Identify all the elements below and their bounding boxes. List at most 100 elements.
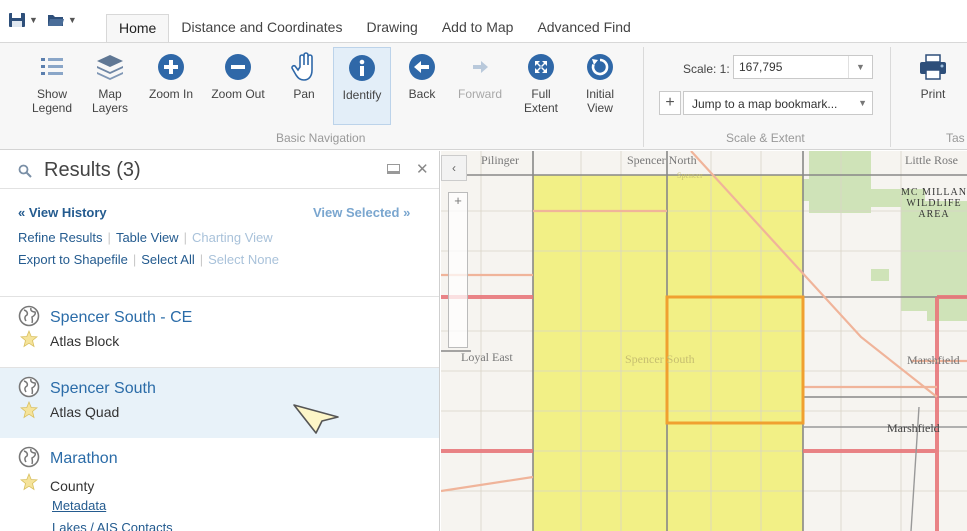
- pan-hand-icon: [291, 52, 313, 81]
- scale-combobox[interactable]: ▼: [733, 55, 873, 79]
- map-label-little-rose: Little Rose: [905, 153, 958, 167]
- identify-button[interactable]: Identify: [333, 47, 391, 125]
- export-shapefile-link[interactable]: Export to Shapefile: [18, 252, 128, 267]
- result-type: County: [50, 478, 95, 494]
- metadata-link[interactable]: Metadata: [52, 498, 106, 513]
- full-extent-label: Full: [531, 87, 551, 101]
- ribbon-tabs: Home Distance and Coordinates Drawing Ad…: [106, 14, 643, 42]
- basic-navigation-group-label: Basic Navigation: [276, 131, 366, 145]
- result-name[interactable]: Spencer South - CE: [50, 309, 192, 327]
- results-panel: Results (3) ✕ « View History View Select…: [0, 151, 440, 531]
- result-type: Atlas Quad: [50, 404, 120, 420]
- scale-label: Scale: 1:: [683, 62, 730, 76]
- tab-home[interactable]: Home: [106, 14, 170, 42]
- ribbon-divider: [643, 47, 644, 147]
- results-header: Results (3) ✕: [0, 151, 439, 189]
- select-none-link[interactable]: Select None: [208, 252, 279, 267]
- tasks-group-label: Tas: [946, 131, 965, 145]
- collapse-panel-button[interactable]: ‹: [441, 155, 467, 181]
- map-label-spencer-north: Spencer North: [627, 153, 697, 167]
- quick-access-toolbar: ▼ ▼: [8, 12, 83, 28]
- refine-results-link[interactable]: Refine Results: [18, 230, 103, 245]
- zoom-in-label: Zoom In: [148, 87, 193, 101]
- bookmark-dropdown[interactable]: Jump to a map bookmark... ▼: [683, 91, 873, 115]
- star-icon[interactable]: [20, 401, 38, 419]
- charting-view-link[interactable]: Charting View: [192, 230, 273, 245]
- select-all-link[interactable]: Select All: [141, 252, 194, 267]
- result-item[interactable]: Spencer South Atlas Quad: [0, 368, 439, 438]
- map-layers-label-2: Layers: [91, 101, 129, 115]
- back-button[interactable]: Back: [400, 47, 444, 125]
- map-label-wildlife-area: MC MILLAN WILDLIFE AREA: [901, 187, 967, 220]
- close-icon[interactable]: ✕: [416, 160, 429, 178]
- pan-label: Pan: [293, 87, 315, 101]
- view-history-label: View History: [28, 205, 107, 220]
- scale-input[interactable]: [734, 56, 846, 78]
- view-selected-link[interactable]: View Selected »: [313, 205, 410, 220]
- add-bookmark-button[interactable]: +: [659, 91, 681, 115]
- map-canvas[interactable]: [441, 151, 967, 531]
- zoom-in-button[interactable]: Zoom In: [144, 47, 198, 125]
- save-icon[interactable]: [8, 12, 26, 28]
- back-arrow-icon: [409, 54, 435, 80]
- save-dropdown-icon[interactable]: ▼: [29, 15, 38, 25]
- scale-dropdown-icon[interactable]: ▼: [848, 56, 872, 78]
- zoom-out-icon: [225, 54, 251, 80]
- map-label-pilinger: Pilinger: [481, 153, 519, 167]
- star-icon[interactable]: [20, 330, 38, 348]
- highways: [803, 406, 967, 531]
- result-item[interactable]: Marathon County Metadata Lakes / AIS Con…: [0, 438, 439, 531]
- map-label-marshfield-quad: Marshfield: [907, 353, 960, 367]
- show-legend-label-2: Legend: [31, 101, 73, 115]
- print-label: Print: [920, 87, 946, 101]
- view-history-link[interactable]: « View History: [18, 205, 107, 220]
- forward-arrow-icon: [467, 54, 493, 80]
- lakes-ais-contacts-link[interactable]: Lakes / AIS Contacts: [52, 520, 173, 531]
- map-label-loyal-east: Loyal East: [461, 350, 513, 364]
- ribbon-home: Show Legend Map Layers Zoom In Zoom Out …: [0, 42, 967, 150]
- result-name[interactable]: Marathon: [50, 450, 118, 468]
- zoom-plus-icon[interactable]: +: [454, 193, 462, 208]
- tab-add-to-map[interactable]: Add to Map: [430, 14, 526, 42]
- zoom-out-label: Zoom Out: [211, 87, 265, 101]
- results-title: Results (3): [44, 159, 141, 181]
- history-row: « View History View Selected »: [0, 189, 439, 223]
- tab-drawing[interactable]: Drawing: [354, 14, 429, 42]
- link-separator: |: [183, 230, 187, 245]
- zoom-slider[interactable]: +: [448, 192, 468, 348]
- forward-button[interactable]: Forward: [452, 47, 508, 125]
- layers-icon: [97, 55, 123, 80]
- initial-view-label-2: View: [587, 101, 613, 115]
- star-icon[interactable]: [20, 473, 38, 491]
- minimize-icon[interactable]: [387, 164, 400, 174]
- map-view[interactable]: Pilinger Spencer North Spencer Little Ro…: [441, 151, 967, 531]
- scale-extent-group-label: Scale & Extent: [726, 131, 805, 145]
- tab-distance-and-coordinates[interactable]: Distance and Coordinates: [169, 14, 354, 42]
- bookmark-dropdown-icon[interactable]: ▼: [858, 98, 867, 108]
- bookmark-placeholder: Jump to a map bookmark...: [692, 97, 838, 111]
- full-extent-icon: [528, 54, 554, 80]
- zoom-out-button[interactable]: Zoom Out: [206, 47, 270, 125]
- map-label-spencer-south: Spencer South: [625, 352, 695, 366]
- show-legend-button[interactable]: Show Legend: [28, 47, 76, 125]
- initial-view-label: Initial: [585, 87, 614, 101]
- table-view-link[interactable]: Table View: [116, 230, 179, 245]
- identify-label: Identify: [342, 88, 382, 102]
- open-dropdown-icon[interactable]: ▼: [68, 15, 77, 25]
- globe-icon: [18, 305, 40, 327]
- globe-icon: [18, 446, 40, 468]
- plus-icon: +: [665, 94, 675, 111]
- full-extent-button[interactable]: Full Extent: [516, 47, 566, 125]
- wildlife-area-line: AREA: [918, 209, 950, 220]
- print-button[interactable]: Print: [908, 47, 958, 125]
- pan-button[interactable]: Pan: [282, 47, 326, 125]
- wildlife-area-line: MC MILLAN: [901, 187, 967, 198]
- open-folder-icon[interactable]: [47, 12, 65, 28]
- result-item[interactable]: Spencer South - CE Atlas Block: [0, 297, 439, 367]
- tab-advanced-find[interactable]: Advanced Find: [525, 14, 642, 42]
- legend-icon: [41, 58, 63, 75]
- result-name[interactable]: Spencer South: [50, 380, 156, 398]
- map-layers-button[interactable]: Map Layers: [88, 47, 132, 125]
- globe-icon: [18, 376, 40, 398]
- initial-view-button[interactable]: Initial View: [576, 47, 624, 125]
